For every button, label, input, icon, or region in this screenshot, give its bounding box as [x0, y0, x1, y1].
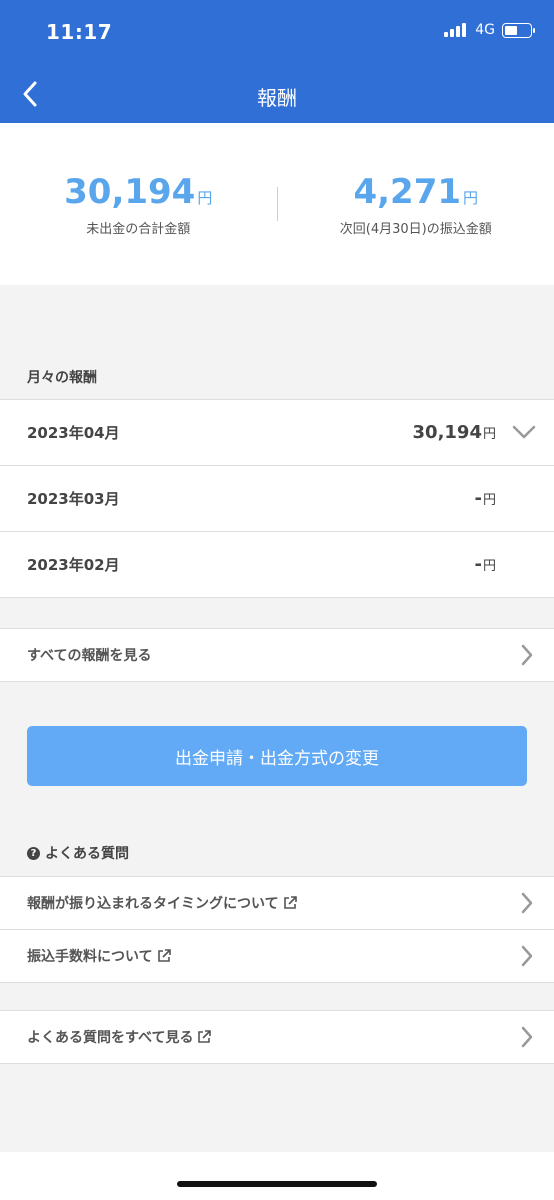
- unpaid-label: 未出金の合計金額: [86, 221, 191, 237]
- withdraw-settings-button[interactable]: 出金申請・出金方式の変更: [27, 726, 527, 786]
- faq-item-timing[interactable]: 報酬が振り込まれるタイミングについて: [0, 877, 554, 930]
- faq-heading-text: よくある質問: [45, 846, 129, 862]
- month-row[interactable]: 2023年02月 -円: [0, 532, 554, 598]
- faq-heading: ? よくある質問: [27, 843, 129, 863]
- faq-all-link[interactable]: よくある質問をすべて見る: [0, 1011, 554, 1064]
- faq-all-list: よくある質問をすべて見る: [0, 1010, 554, 1064]
- app-header: 11:17 4G 報酬: [0, 0, 554, 123]
- next-transfer: 4,271 円 次回(4月30日)の振込金額: [278, 172, 554, 237]
- external-link-icon: [283, 896, 297, 909]
- status-indicators: 4G: [444, 22, 535, 38]
- unpaid-unit: 円: [197, 188, 213, 207]
- month-amount: -円: [474, 488, 497, 509]
- faq-item-label: 振込手数料について: [27, 946, 171, 966]
- all-rewards-link[interactable]: すべての報酬を見る: [0, 629, 554, 682]
- next-amount: 4,271: [353, 171, 462, 212]
- month-row[interactable]: 2023年03月 -円: [0, 466, 554, 532]
- external-link-icon: [157, 949, 171, 962]
- faq-list: 報酬が振り込まれるタイミングについて 振込手数料について: [0, 876, 554, 983]
- month-label: 2023年03月: [27, 490, 120, 508]
- faq-all-label: よくある質問をすべて見る: [27, 1027, 212, 1047]
- faq-item-fee[interactable]: 振込手数料について: [0, 930, 554, 983]
- monthly-list: 2023年04月 30,194円 2023年03月 -円 2023年02月 -円: [0, 399, 554, 598]
- month-row[interactable]: 2023年04月 30,194円: [0, 400, 554, 466]
- battery-icon: [502, 22, 535, 38]
- network-type: 4G: [475, 22, 495, 38]
- next-label: 次回(4月30日)の振込金額: [339, 221, 492, 237]
- monthly-heading: 月々の報酬: [27, 370, 97, 386]
- reward-summary: 30,194 円 未出金の合計金額 4,271 円 次回(4月30日)の振込金額: [0, 123, 554, 285]
- status-time: 11:17: [46, 20, 113, 44]
- home-indicator[interactable]: [177, 1181, 377, 1187]
- bottom-bar: [0, 1152, 554, 1200]
- external-link-icon: [198, 1030, 212, 1043]
- question-circle-icon: ?: [27, 846, 40, 860]
- chevron-right-icon: [521, 1026, 533, 1048]
- chevron-right-icon: [521, 945, 533, 967]
- signal-icon: [444, 23, 468, 37]
- month-amount: -円: [474, 554, 497, 575]
- unpaid-total: 30,194 円 未出金の合計金額: [0, 172, 277, 237]
- next-unit: 円: [463, 188, 479, 207]
- chevron-right-icon: [521, 644, 533, 666]
- month-amount: 30,194円: [412, 422, 496, 443]
- page-title: 報酬: [257, 86, 297, 110]
- all-rewards-label: すべての報酬を見る: [27, 648, 152, 664]
- chevron-right-icon: [521, 892, 533, 914]
- month-label: 2023年02月: [27, 556, 120, 574]
- chevron-down-icon[interactable]: [512, 422, 536, 442]
- unpaid-amount: 30,194: [64, 171, 196, 212]
- month-label: 2023年04月: [27, 424, 120, 442]
- faq-item-label: 報酬が振り込まれるタイミングについて: [27, 893, 297, 913]
- all-rewards-list: すべての報酬を見る: [0, 628, 554, 682]
